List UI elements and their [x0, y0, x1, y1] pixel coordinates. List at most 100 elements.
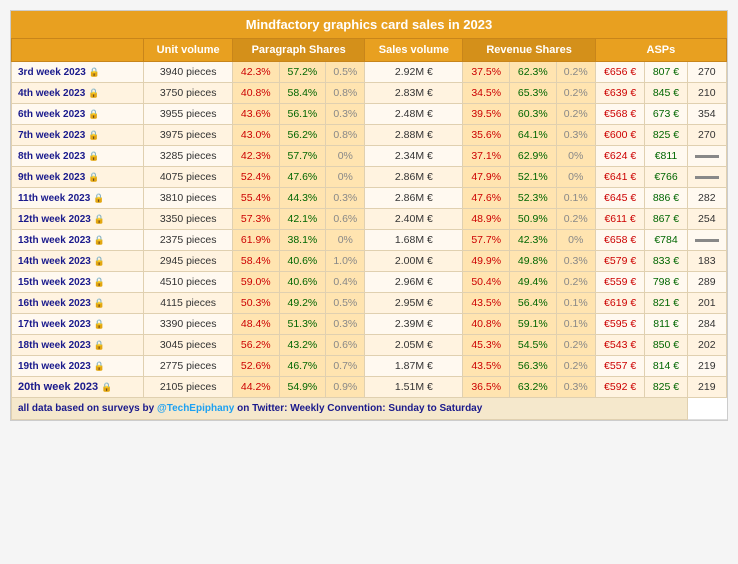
asp-2: 821 €: [645, 293, 687, 314]
para-share: 0.8%: [326, 125, 365, 146]
asp-2: €784: [645, 230, 687, 251]
sales-volume: 2.86M €: [365, 188, 463, 209]
para-share: 0.3%: [326, 188, 365, 209]
rev-share: 0.1%: [556, 314, 595, 335]
sales-volume: 2.95M €: [365, 293, 463, 314]
asp-2: 814 €: [645, 356, 687, 377]
unit-volume: 2105 pieces: [144, 377, 233, 398]
para-share: 52.6%: [232, 356, 279, 377]
rev-share: 0.2%: [556, 104, 595, 125]
sales-volume: 1.51M €: [365, 377, 463, 398]
rev-share: 50.9%: [510, 209, 557, 230]
footer-row: all data based on surveys by @TechEpipha…: [12, 398, 727, 420]
week-label: 17th week 2023 🔒: [12, 314, 144, 335]
asp-3: 202: [687, 335, 726, 356]
para-share: 0%: [326, 230, 365, 251]
rev-share: 37.1%: [463, 146, 510, 167]
asp-2: 833 €: [645, 251, 687, 272]
week-label: 19th week 2023 🔒: [12, 356, 144, 377]
rev-share: 43.5%: [463, 356, 510, 377]
rev-share: 0%: [556, 167, 595, 188]
para-share: 55.4%: [232, 188, 279, 209]
asp-2: €811: [645, 146, 687, 167]
col-header-asps: ASPs: [595, 39, 726, 62]
rev-share: 35.6%: [463, 125, 510, 146]
rev-share: 0.1%: [556, 188, 595, 209]
para-share: 42.3%: [232, 146, 279, 167]
asp-2: 811 €: [645, 314, 687, 335]
para-share: 58.4%: [279, 83, 326, 104]
para-share: 43.6%: [232, 104, 279, 125]
rev-share: 0.3%: [556, 125, 595, 146]
asp-3: [687, 146, 726, 167]
rev-share: 0.2%: [556, 356, 595, 377]
sales-volume: 2.96M €: [365, 272, 463, 293]
table-row: 17th week 2023 🔒3390 pieces48.4%51.3%0.3…: [12, 314, 727, 335]
para-share: 58.4%: [232, 251, 279, 272]
asp-1: €624 €: [595, 146, 645, 167]
table-row: 11th week 2023 🔒3810 pieces55.4%44.3%0.3…: [12, 188, 727, 209]
table-row: 20th week 2023 🔒2105 pieces44.2%54.9%0.9…: [12, 377, 727, 398]
rev-share: 34.5%: [463, 83, 510, 104]
para-share: 50.3%: [232, 293, 279, 314]
para-share: 40.6%: [279, 272, 326, 293]
rev-share: 0%: [556, 146, 595, 167]
asp-2: 798 €: [645, 272, 687, 293]
asp-3: 270: [687, 125, 726, 146]
week-label: 20th week 2023 🔒: [12, 377, 144, 398]
week-label: 14th week 2023 🔒: [12, 251, 144, 272]
para-share: 44.3%: [279, 188, 326, 209]
rev-share: 63.2%: [510, 377, 557, 398]
rev-share: 62.9%: [510, 146, 557, 167]
para-share: 54.9%: [279, 377, 326, 398]
para-share: 46.7%: [279, 356, 326, 377]
para-share: 0.4%: [326, 272, 365, 293]
week-label: 7th week 2023 🔒: [12, 125, 144, 146]
para-share: 52.4%: [232, 167, 279, 188]
para-share: 1.0%: [326, 251, 365, 272]
dash-icon: [695, 176, 719, 179]
rev-share: 36.5%: [463, 377, 510, 398]
unit-volume: 3285 pieces: [144, 146, 233, 167]
asp-3: 219: [687, 356, 726, 377]
sales-volume: 2.05M €: [365, 335, 463, 356]
para-share: 51.3%: [279, 314, 326, 335]
asp-3: 289: [687, 272, 726, 293]
asp-1: €641 €: [595, 167, 645, 188]
rev-share: 50.4%: [463, 272, 510, 293]
asp-2: 886 €: [645, 188, 687, 209]
para-share: 0%: [326, 167, 365, 188]
asp-3: 270: [687, 62, 726, 83]
sales-volume: 2.39M €: [365, 314, 463, 335]
asp-1: €645 €: [595, 188, 645, 209]
unit-volume: 3940 pieces: [144, 62, 233, 83]
rev-share: 49.8%: [510, 251, 557, 272]
week-label: 6th week 2023 🔒: [12, 104, 144, 125]
dash-icon: [695, 239, 719, 242]
para-share: 57.3%: [232, 209, 279, 230]
asp-2: 673 €: [645, 104, 687, 125]
para-share: 42.1%: [279, 209, 326, 230]
asp-3: 183: [687, 251, 726, 272]
asp-3: 284: [687, 314, 726, 335]
asp-1: €592 €: [595, 377, 645, 398]
header-row: Unit volume Paragraph Shares Sales volum…: [12, 39, 727, 62]
col-header-week: [12, 39, 144, 62]
unit-volume: 4115 pieces: [144, 293, 233, 314]
sales-volume: 2.48M €: [365, 104, 463, 125]
para-share: 61.9%: [232, 230, 279, 251]
para-share: 0.3%: [326, 314, 365, 335]
asp-2: 845 €: [645, 83, 687, 104]
col-header-sales: Sales volume: [365, 39, 463, 62]
para-share: 57.2%: [279, 62, 326, 83]
rev-share: 0.1%: [556, 293, 595, 314]
rev-share: 60.3%: [510, 104, 557, 125]
asp-3: [687, 167, 726, 188]
unit-volume: 3045 pieces: [144, 335, 233, 356]
week-label: 13th week 2023 🔒: [12, 230, 144, 251]
asp-1: €543 €: [595, 335, 645, 356]
sales-volume: 2.83M €: [365, 83, 463, 104]
asp-1: €656 €: [595, 62, 645, 83]
twitter-handle[interactable]: @TechEpiphany: [157, 403, 234, 414]
sales-volume: 2.40M €: [365, 209, 463, 230]
